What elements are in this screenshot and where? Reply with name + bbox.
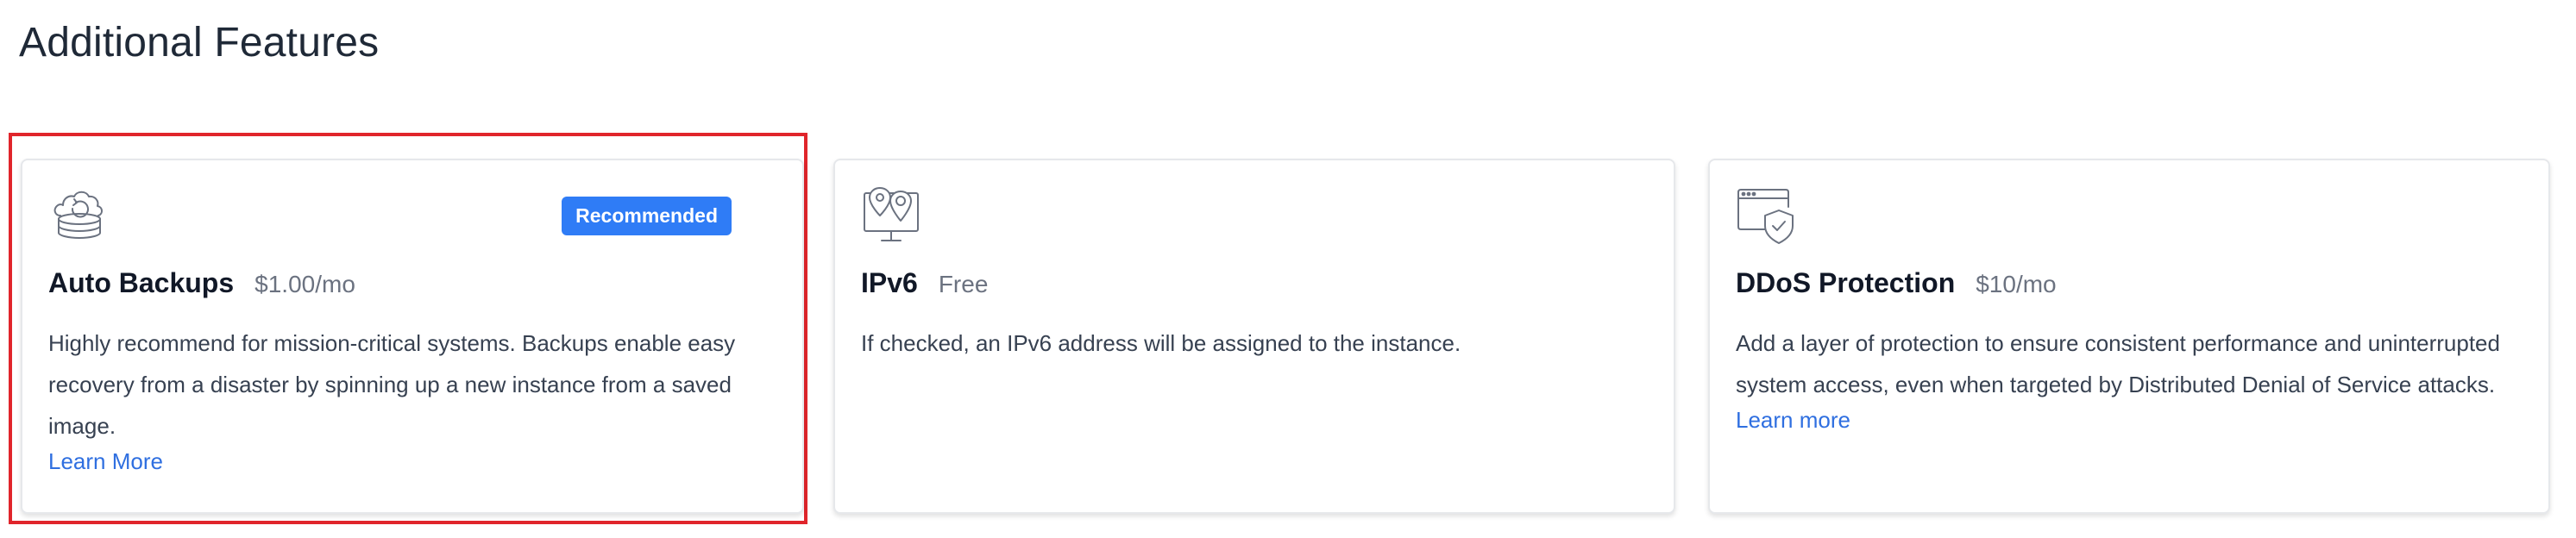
feature-card-ddos-protection[interactable]: DDoS Protection $10/mo Add a layer of pr… bbox=[1708, 159, 2550, 514]
card-header: DDoS Protection $10/mo bbox=[1736, 267, 2057, 299]
learn-more-link[interactable]: Learn More bbox=[48, 448, 163, 475]
cloud-backup-icon bbox=[48, 186, 109, 247]
card-title: DDoS Protection bbox=[1736, 267, 1956, 298]
shield-window-icon bbox=[1736, 186, 1796, 247]
card-price: Free bbox=[938, 271, 989, 297]
card-header: Auto Backups $1.00/mo bbox=[48, 267, 355, 299]
section-title: Additional Features bbox=[19, 20, 380, 66]
card-header: IPv6 Free bbox=[861, 267, 988, 299]
card-description: Highly recommend for mission-critical sy… bbox=[48, 330, 736, 439]
learn-more-link[interactable]: Learn more bbox=[1736, 407, 1850, 434]
card-title: IPv6 bbox=[861, 267, 918, 298]
card-title: Auto Backups bbox=[48, 267, 235, 298]
map-pin-icon bbox=[861, 186, 921, 247]
card-description: Add a layer of protection to ensure cons… bbox=[1736, 330, 2500, 397]
feature-card-auto-backups[interactable]: Recommended Auto Backups $1.00/mo Highly… bbox=[21, 159, 804, 514]
feature-card-ipv6[interactable]: IPv6 Free If checked, an IPv6 address wi… bbox=[833, 159, 1675, 514]
card-price: $1.00/mo bbox=[254, 271, 355, 297]
card-price: $10/mo bbox=[1976, 271, 2057, 297]
recommended-badge: Recommended bbox=[562, 197, 732, 235]
card-description: If checked, an IPv6 address will be assi… bbox=[861, 330, 1461, 356]
